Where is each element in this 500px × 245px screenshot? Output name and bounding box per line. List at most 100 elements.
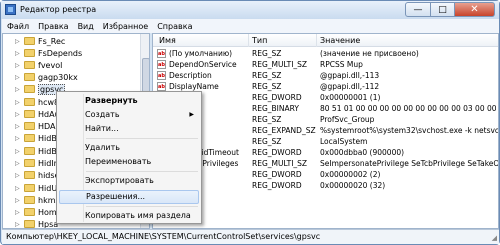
registry-value-row[interactable]: ab DisplayName REG_SZ @gpapi.dll,-112 — [153, 81, 498, 92]
value-name: DependOnService — [169, 60, 237, 69]
value-type: REG_DWORD — [252, 93, 302, 102]
value-type: REG_DWORD — [252, 148, 302, 157]
registry-value-row[interactable]: abREG_EXPAND_SZ%systemroot%\system32\svc… — [153, 125, 498, 136]
value-data: 0x00000002 (2) — [320, 170, 381, 179]
menu-favorites[interactable]: Избранное — [103, 22, 148, 31]
regedit-app-icon — [5, 4, 16, 15]
resize-grip-icon[interactable]: ◢ — [488, 234, 497, 243]
folder-icon — [24, 85, 35, 93]
registry-value-row[interactable]: abRequiredPrivilegesREG_MULTI_SZSeImpers… — [153, 158, 498, 169]
tree-item[interactable]: ▷ hkms — [3, 194, 60, 206]
expand-arrow-icon[interactable]: ▷ — [15, 62, 23, 69]
expand-arrow-icon[interactable]: ▷ — [15, 185, 23, 192]
tree-item[interactable]: ▷ Fs_Rec — [3, 35, 65, 47]
maximize-button[interactable]: □ — [431, 2, 455, 17]
registry-value-row[interactable]: abREG_SZProfSvc_Group — [153, 114, 498, 125]
expand-arrow-icon[interactable]: ▷ — [15, 111, 23, 118]
column-divider[interactable] — [316, 34, 317, 47]
folder-icon — [24, 196, 35, 204]
value-type: REG_MULTI_SZ — [252, 60, 308, 69]
context-menu-item[interactable]: Разрешения... — [59, 190, 199, 204]
title-bar[interactable]: Редактор реестра — □ ✕ — [1, 1, 499, 19]
menu-file[interactable]: Файл — [7, 22, 29, 31]
string-value-icon: ab — [157, 49, 166, 58]
expand-arrow-icon[interactable]: ▷ — [15, 160, 23, 167]
column-header-name[interactable]: Имя — [159, 36, 176, 45]
menu-help[interactable]: Справка — [157, 22, 192, 31]
value-type: REG_SZ — [252, 137, 282, 146]
context-menu-item-label: Экспортировать — [85, 176, 154, 185]
minimize-button[interactable]: — — [405, 2, 431, 17]
tree-item[interactable]: ▷ Hpsa — [3, 218, 58, 228]
value-type: REG_SZ — [252, 115, 282, 124]
registry-values-pane[interactable]: Имя Тип Значение ab (По умолчанию) REG_SZ(… — [152, 33, 499, 229]
tree-item[interactable]: ▷ fvevol — [3, 59, 62, 71]
context-menu: Развернуть Создать ▶ Найти... Удалить Переиме… — [56, 91, 202, 224]
context-menu-item[interactable]: Экспортировать — [59, 174, 199, 188]
registry-value-row[interactable]: 01REG_BINARY80 51 01 00 00 00 00 00 00 0… — [153, 103, 498, 114]
registry-value-row[interactable]: ab (По умолчанию) REG_SZ (значение не присв… — [153, 48, 498, 59]
context-menu-item[interactable]: Переименовать — [59, 155, 199, 169]
value-type: REG_BINARY — [252, 104, 299, 113]
tree-item-label: gagp30kx — [38, 72, 78, 82]
tree-item[interactable]: ▷ Home — [3, 206, 62, 218]
tree-item[interactable]: ▷ HDAu — [3, 120, 61, 132]
tree-item[interactable]: ▷ HidIr — [3, 157, 57, 169]
folder-icon — [24, 220, 35, 228]
context-menu-item[interactable]: Создать ▶ — [59, 108, 199, 122]
tree-item[interactable]: ▷ HidBt — [3, 145, 60, 157]
context-menu-item[interactable]: Копировать имя раздела — [59, 209, 199, 223]
menu-edit[interactable]: Правка — [38, 22, 68, 31]
tree-item[interactable]: ▷ HidUs — [3, 182, 61, 194]
value-data: ProfSvc_Group — [320, 115, 375, 124]
expand-arrow-icon[interactable]: ▷ — [15, 99, 23, 106]
registry-value-row[interactable]: 01REG_DWORD0x00000001 (1) — [153, 92, 498, 103]
context-menu-separator — [86, 138, 198, 139]
expand-arrow-icon[interactable]: ▷ — [15, 197, 23, 204]
expand-arrow-icon[interactable]: ▷ — [15, 38, 23, 45]
context-menu-item-label: Создать — [85, 110, 120, 119]
close-button[interactable]: ✕ — [455, 2, 495, 17]
expand-arrow-icon[interactable]: ▷ — [15, 209, 23, 216]
folder-icon — [24, 147, 35, 155]
menu-bar: Файл Правка Вид Избранное Справка — [2, 19, 499, 33]
context-menu-item[interactable]: Найти... — [59, 122, 199, 136]
context-menu-separator — [86, 206, 198, 207]
registry-value-row[interactable]: 01ServiceSidTimeoutREG_DWORD0x000dbba0 (… — [153, 147, 498, 158]
tree-item[interactable]: ▷ gagp30kx — [3, 71, 78, 83]
window-controls: — □ ✕ — [405, 2, 495, 17]
tree-item[interactable]: ▷ hidse — [3, 169, 59, 181]
expand-arrow-icon[interactable]: ▷ — [15, 172, 23, 179]
column-divider[interactable] — [248, 34, 249, 47]
menu-view[interactable]: Вид — [78, 22, 94, 31]
tree-item[interactable]: ▷ HidBa — [3, 132, 62, 144]
folder-icon — [24, 208, 35, 216]
expand-arrow-icon[interactable]: ▷ — [15, 74, 23, 81]
window-title: Редактор реестра — [20, 5, 97, 14]
value-type: REG_EXPAND_SZ — [252, 126, 316, 135]
registry-value-row[interactable]: 01REG_DWORD0x00000002 (2) — [153, 169, 498, 180]
context-menu-item[interactable]: Развернуть — [59, 94, 199, 108]
registry-value-row[interactable]: ab Description REG_SZ @gpapi.dll,-113 — [153, 70, 498, 81]
expand-arrow-icon[interactable]: ▷ — [15, 50, 23, 57]
folder-icon — [24, 122, 35, 130]
value-name: Description — [169, 71, 212, 80]
expand-arrow-icon[interactable]: ▷ — [15, 123, 23, 130]
value-data: 80 51 01 00 00 00 00 00 00 00 00 00 03 0… — [320, 104, 498, 113]
expand-arrow-icon[interactable]: ▷ — [15, 135, 23, 142]
expand-arrow-icon[interactable]: ▷ — [15, 148, 23, 155]
tree-item[interactable]: ▷ FsDepends — [3, 47, 82, 59]
context-menu-item[interactable]: Удалить — [59, 141, 199, 155]
value-type: REG_DWORD — [252, 181, 302, 190]
context-menu-item-label: Переименовать — [85, 157, 152, 166]
tree-item[interactable]: ▷ HdAu — [3, 108, 60, 120]
column-header-type[interactable]: Тип — [252, 36, 267, 45]
status-path: Компьютер\HKEY_LOCAL_MACHINE\SYSTEM\Curr… — [6, 232, 321, 241]
expand-arrow-icon[interactable]: ▷ — [15, 221, 23, 228]
column-header-value[interactable]: Значение — [320, 36, 360, 45]
folder-icon — [24, 110, 35, 118]
registry-value-row[interactable]: ab DependOnService REG_MULTI_SZ RPCSS Mup — [153, 59, 498, 70]
expand-arrow-icon[interactable]: ▷ — [15, 86, 23, 93]
registry-value-row[interactable]: 01REG_DWORD0x00000020 (32) — [153, 180, 498, 191]
registry-value-row[interactable]: abREG_SZLocalSystem — [153, 136, 498, 147]
